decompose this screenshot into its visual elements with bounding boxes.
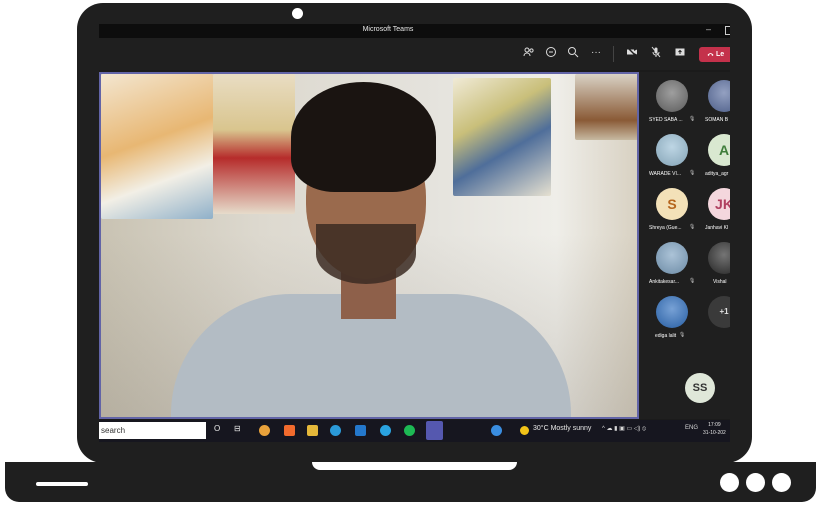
- participant-name: ediga lalit: [655, 333, 677, 339]
- base-slot: [36, 482, 88, 486]
- more-participants-button[interactable]: +1: [708, 296, 730, 328]
- file-explorer-icon[interactable]: [307, 425, 318, 436]
- help-icon[interactable]: [491, 425, 502, 436]
- chrome-icon[interactable]: [259, 425, 270, 436]
- mic-off-icon: 🎙: [689, 278, 696, 284]
- participant-avatar[interactable]: [656, 242, 688, 274]
- taskbar-clock[interactable]: 17:09 31-10-202: [703, 421, 726, 437]
- peacock-painting: [453, 78, 551, 196]
- leave-label: Le: [715, 51, 725, 58]
- participant-name: Ankitakesar...: [649, 279, 680, 285]
- participant-name: aditya_agr: [705, 171, 729, 177]
- telegram-icon[interactable]: [380, 425, 391, 436]
- maximize-button[interactable]: [725, 26, 730, 35]
- participant-name: WARADE VI...: [649, 171, 682, 177]
- self-avatar[interactable]: SS: [685, 373, 715, 403]
- base-dot-1: [720, 473, 739, 492]
- clock-time: 17:09: [708, 422, 721, 428]
- more-options-icon[interactable]: ···: [589, 46, 603, 60]
- cortana-icon[interactable]: O: [214, 424, 220, 433]
- participant-name: Vishal: [713, 279, 727, 285]
- vscode-icon[interactable]: [355, 425, 366, 436]
- brave-icon[interactable]: [284, 425, 295, 436]
- presenter-hair: [291, 82, 436, 192]
- camera-off-icon[interactable]: [625, 46, 639, 60]
- weather-text[interactable]: 30°C Mostly sunny: [533, 425, 591, 432]
- mic-off-icon[interactable]: [649, 46, 663, 60]
- participant-avatar[interactable]: [656, 80, 688, 112]
- participant-avatar[interactable]: A: [708, 134, 730, 166]
- mic-off-icon: 🎙: [689, 170, 696, 176]
- tray-icons[interactable]: ^ ☁ ▮ ▣ ▭ ◁) ⦸: [602, 425, 646, 433]
- laptop-hinge: [312, 462, 517, 470]
- clock-date: 31-10-202: [703, 430, 726, 436]
- mushroom-painting: [575, 74, 637, 140]
- participant-avatar[interactable]: [708, 80, 730, 112]
- participant-avatar[interactable]: [656, 134, 688, 166]
- participant-name: SYED SABA ...: [649, 117, 683, 123]
- window-title: Microsoft Teams: [362, 26, 414, 33]
- meeting-toolbar: ··· Le: [99, 38, 730, 70]
- main-video[interactable]: [99, 72, 639, 419]
- base-dot-3: [772, 473, 791, 492]
- mic-off-icon: 🎙: [679, 332, 686, 338]
- minimize-button[interactable]: –: [706, 24, 711, 34]
- participant-name: Shreya (Gue...: [649, 225, 682, 231]
- leave-button[interactable]: Le: [699, 47, 730, 62]
- title-bar: Microsoft Teams –: [99, 24, 730, 38]
- participant-name: Janhavi Kl: [705, 225, 729, 231]
- tiger-painting: [101, 74, 213, 219]
- screen: Microsoft Teams – ··· Le SYED SABA ... 🎙…: [99, 24, 730, 442]
- edge-icon[interactable]: [330, 425, 341, 436]
- taskbar: search O ⊟ 30°C Mostly sunny ^ ☁ ▮ ▣ ▭ ◁…: [99, 420, 730, 442]
- participant-avatar[interactable]: [708, 242, 730, 274]
- sun-icon: [520, 426, 529, 435]
- participants-panel: SYED SABA ... 🎙 SOMAN B WARADE VI... 🎙 A…: [639, 72, 730, 419]
- base-dot-2: [746, 473, 765, 492]
- participant-avatar[interactable]: [656, 296, 688, 328]
- participant-avatar[interactable]: JK: [708, 188, 730, 220]
- mic-off-icon: 🎙: [689, 224, 696, 230]
- owl-painting: [213, 74, 295, 214]
- mic-off-icon: 🎙: [689, 116, 696, 122]
- share-screen-icon[interactable]: [673, 46, 687, 60]
- spotify-icon[interactable]: [404, 425, 415, 436]
- reactions-icon[interactable]: [566, 46, 580, 60]
- chat-icon[interactable]: [544, 46, 558, 60]
- taskbar-search[interactable]: search: [99, 422, 206, 439]
- language-indicator[interactable]: ENG: [685, 425, 698, 431]
- people-icon[interactable]: [522, 46, 536, 60]
- task-view-icon[interactable]: ⊟: [234, 424, 241, 433]
- presenter-beard: [316, 224, 416, 284]
- participant-avatar[interactable]: S: [656, 188, 688, 220]
- webcam-dot: [292, 8, 303, 19]
- toolbar-divider: [613, 46, 614, 62]
- participant-name: SOMAN B: [705, 117, 729, 123]
- teams-icon[interactable]: [426, 421, 443, 440]
